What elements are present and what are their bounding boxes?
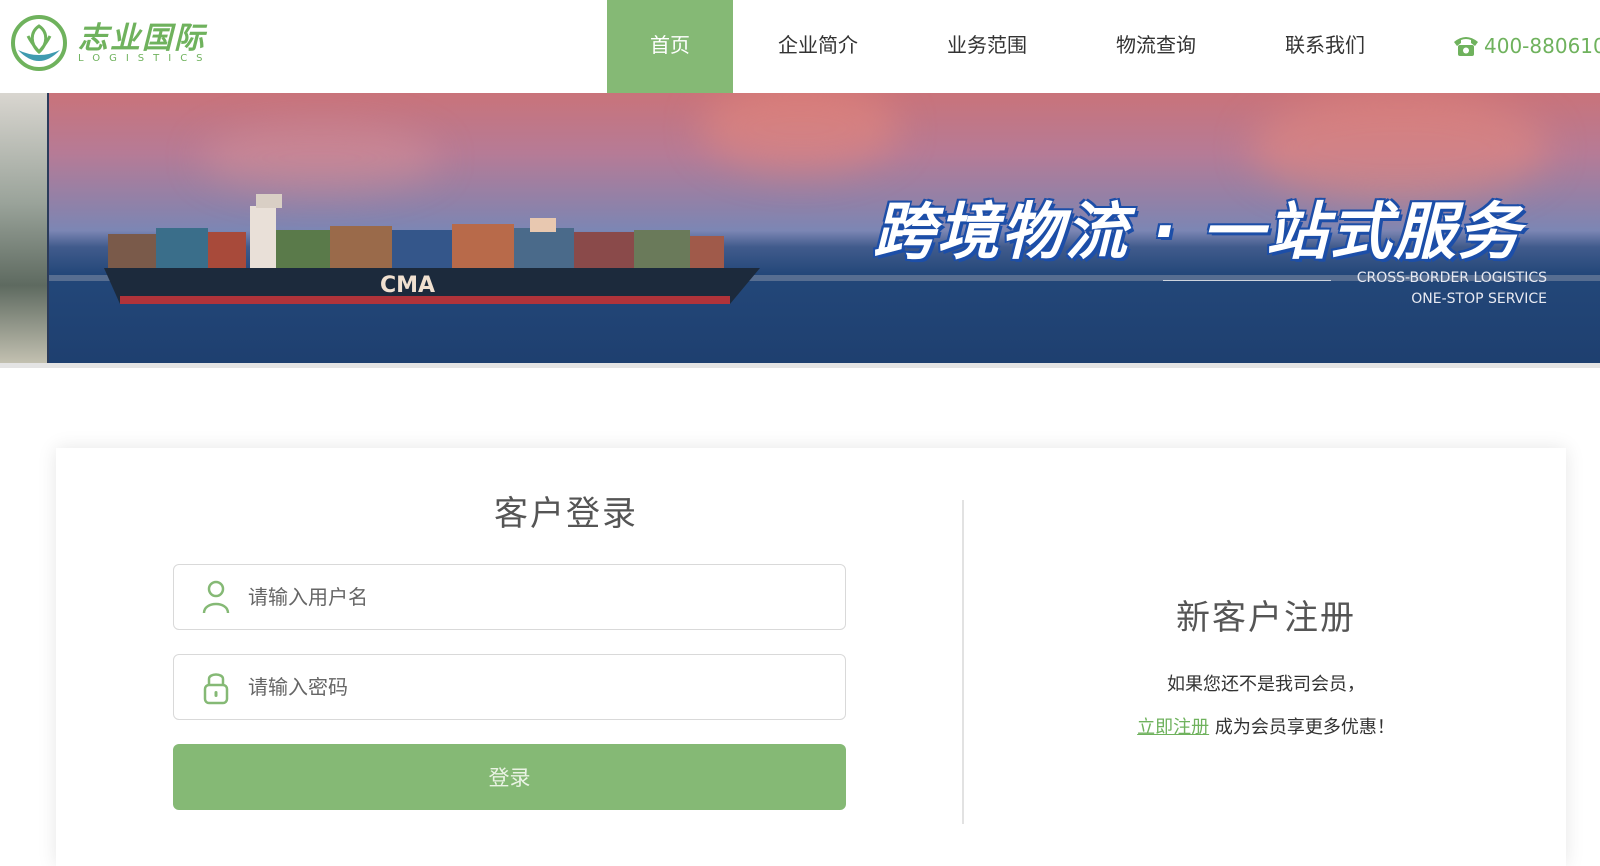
hotline[interactable]: 400-880610 [1452,30,1600,62]
nav-item-services[interactable]: 业务范围 [903,0,1071,93]
login-title: 客户登录 [494,494,638,534]
register-text-line1: 如果您还不是我司会员， [1167,674,1365,695]
nav-item-home[interactable]: 首页 [607,0,733,93]
register-title: 新客户注册 [1176,598,1356,638]
cloud-decoration [200,123,440,193]
cloud-decoration [700,93,900,173]
logo[interactable]: 志业国际 LOGISTICS [10,14,212,72]
username-input[interactable] [248,585,808,609]
nav-item-about[interactable]: 企业简介 [733,0,903,93]
register-now-link[interactable]: 立即注册 [1137,717,1209,738]
vertical-divider [962,500,964,824]
logo-name-cn: 志业国际 [78,21,206,56]
ship-label: CMA [380,273,435,298]
user-icon [202,580,230,614]
password-input[interactable] [248,675,808,699]
username-field[interactable] [173,564,846,630]
nav-item-contact[interactable]: 联系我们 [1241,0,1409,93]
password-field[interactable] [173,654,846,720]
banner-subtitle-line1: CROSS-BORDER LOGISTICS [1356,270,1547,286]
register-text-suffix: 成为会员享更多优惠！ [1209,717,1395,738]
nav-item-tracking[interactable]: 物流查询 [1071,0,1241,93]
banner-subtitle: CROSS-BORDER LOGISTICS ONE-STOP SERVICE [1357,268,1547,310]
banner-divider-line [1163,280,1331,281]
logo-emblem-icon [11,15,67,71]
hotline-number: 400-880610 [1484,34,1600,58]
logo-name-en: LOGISTICS [78,53,212,64]
hero-banner: CMA 跨境物流 · 一站式服务 CROSS-BORDER LOGISTICS … [0,93,1600,368]
lock-icon [203,673,229,705]
login-button[interactable]: 登录 [173,744,846,810]
banner-left-image [0,93,49,368]
banner-subtitle-line2: ONE-STOP SERVICE [1411,291,1547,307]
register-text-line2: 立即注册 成为会员享更多优惠！ [1066,713,1466,739]
main-nav: 首页 企业简介 业务范围 物流查询 联系我们 [607,0,1409,93]
banner-bottom-bar [0,363,1600,368]
container-ship-image: CMA [104,194,760,304]
login-card: 客户登录 登录 新客户注册 如果您还不是我司会员， 立即注册 成为会员享更多优惠… [56,448,1566,866]
phone-icon [1454,37,1478,56]
banner-title: 跨境物流 · 一站式服务 [873,195,1522,268]
site-header: 志业国际 LOGISTICS 首页 企业简介 业务范围 物流查询 联系我们 40… [0,0,1600,93]
